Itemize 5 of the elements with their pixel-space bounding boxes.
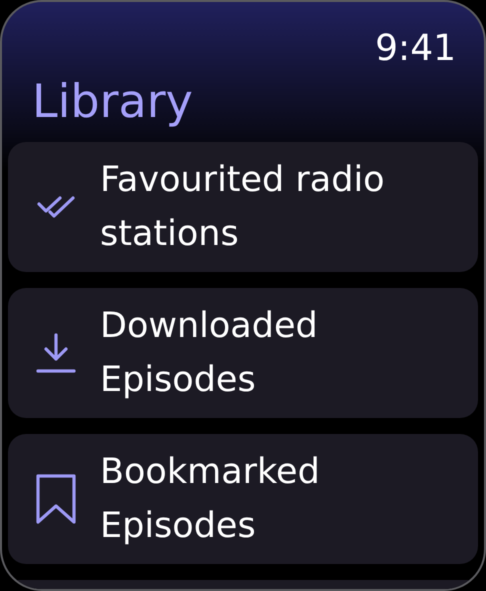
status-time: 9:41: [375, 27, 456, 71]
screen-title: Library: [32, 74, 194, 128]
library-item[interactable]: Bookmarked Episodes: [8, 434, 478, 564]
library-item[interactable]: Favourited radio stations: [8, 142, 478, 272]
library-item[interactable]: Downloaded Episodes: [8, 288, 478, 418]
